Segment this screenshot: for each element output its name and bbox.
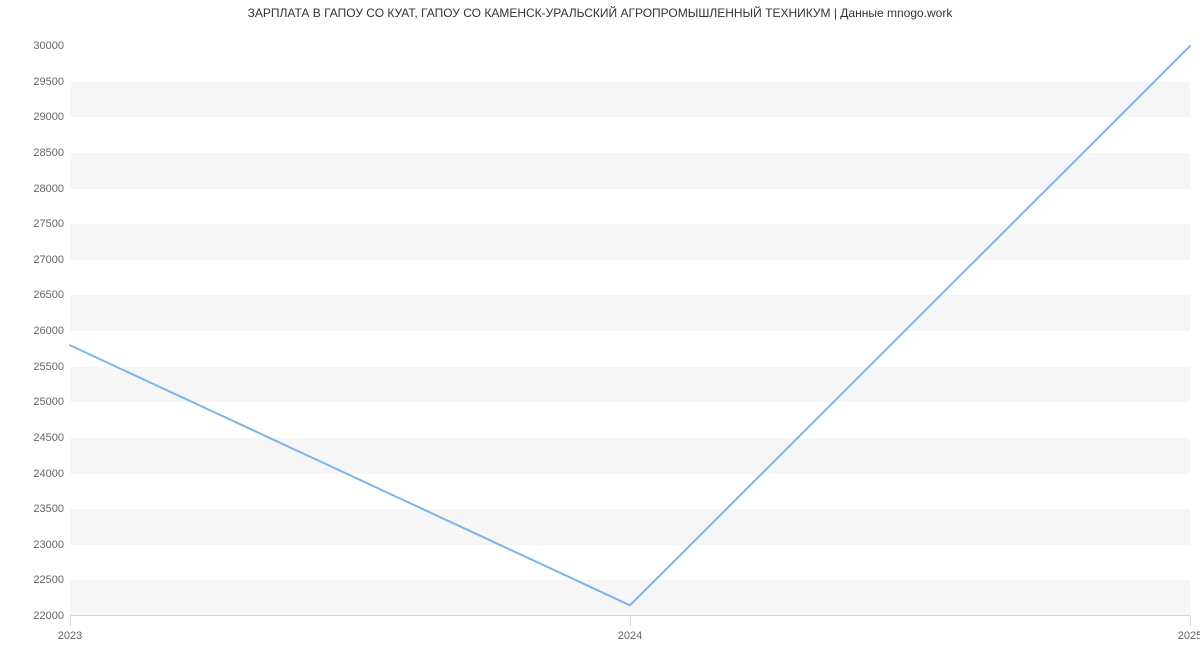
- line-series: [70, 46, 1190, 616]
- y-tick-label: 25000: [8, 396, 64, 408]
- y-tick-label: 26000: [8, 325, 64, 337]
- y-tick-label: 30000: [8, 40, 64, 52]
- y-tick-label: 28500: [8, 147, 64, 159]
- y-tick-label: 27000: [8, 254, 64, 266]
- series-line: [70, 46, 1190, 605]
- y-tick-label: 23000: [8, 539, 64, 551]
- y-tick-label: 22500: [8, 574, 64, 586]
- x-tick-label: 2024: [618, 630, 642, 642]
- x-tick-label: 2023: [58, 630, 82, 642]
- y-tick-label: 27500: [8, 218, 64, 230]
- y-tick-label: 22000: [8, 610, 64, 622]
- y-tick-label: 29000: [8, 111, 64, 123]
- chart-title: ЗАРПЛАТА В ГАПОУ СО КУАТ, ГАПОУ СО КАМЕН…: [0, 6, 1200, 20]
- y-tick-label: 25500: [8, 361, 64, 373]
- chart-container: ЗАРПЛАТА В ГАПОУ СО КУАТ, ГАПОУ СО КАМЕН…: [0, 0, 1200, 650]
- x-tick-mark: [1190, 616, 1191, 626]
- y-tick-label: 26500: [8, 289, 64, 301]
- y-tick-label: 24500: [8, 432, 64, 444]
- y-tick-label: 28000: [8, 183, 64, 195]
- x-tick-mark: [70, 616, 71, 626]
- plot-area: [70, 46, 1190, 616]
- y-tick-label: 24000: [8, 468, 64, 480]
- y-tick-label: 29500: [8, 76, 64, 88]
- y-tick-label: 23500: [8, 503, 64, 515]
- x-tick-mark: [630, 616, 631, 626]
- x-tick-label: 2025: [1178, 630, 1200, 642]
